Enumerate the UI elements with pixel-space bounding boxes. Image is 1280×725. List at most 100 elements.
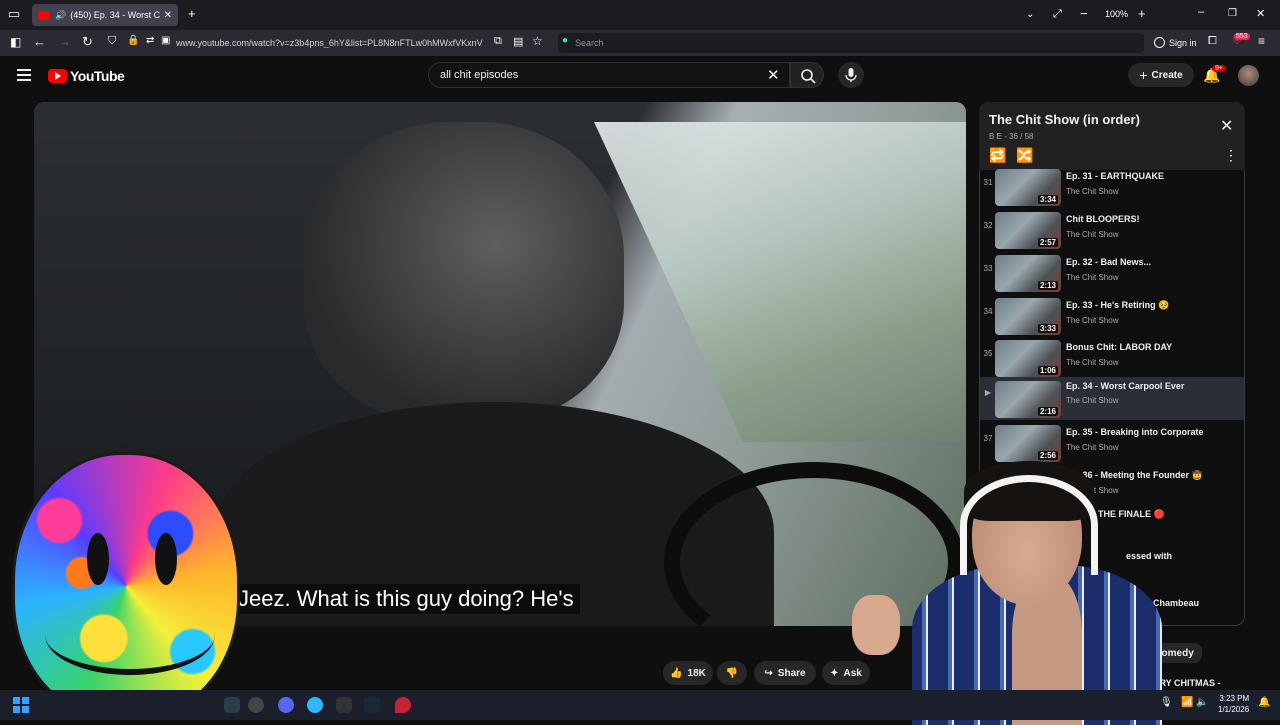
site-info-icon[interactable]: ▣ (161, 35, 170, 46)
taskbar-location-icon[interactable] (395, 697, 411, 713)
sticker-mouth (45, 595, 215, 675)
like-button[interactable]: 👍 18K (663, 661, 713, 685)
sticker-right-eye (155, 533, 177, 585)
browser-search-placeholder: Search (575, 38, 604, 48)
window-restore-icon[interactable]: ❐ (1228, 8, 1237, 19)
playlist-item[interactable]: 33 2:13 Ep. 32 - Bad News... The Chit Sh… (980, 253, 1244, 296)
playlist-item-title[interactable]: Ep. 35 - Breaking into Corporate (1066, 427, 1238, 437)
playlist-item-thumbnail[interactable]: 1:06 (995, 340, 1061, 377)
notification-center-icon[interactable]: 🔔 (1258, 697, 1270, 708)
sidebar-toggle-icon[interactable]: ◧ (10, 35, 21, 49)
playlist-item-current[interactable]: ▶ 2:16 Ep. 34 - Worst Carpool Ever The C… (980, 377, 1244, 420)
taskbar-terminal-icon[interactable] (336, 697, 352, 713)
new-tab-button[interactable]: + (188, 6, 196, 21)
playlist-item-title[interactable]: Ep. 34 - Worst Carpool Ever (1066, 381, 1238, 391)
forward-icon[interactable]: → (58, 34, 71, 49)
volume-icon[interactable]: 🔈 (1196, 697, 1208, 708)
zoom-in-icon[interactable]: + (1138, 6, 1146, 21)
user-avatar[interactable] (1238, 65, 1259, 86)
tracking-shield-icon[interactable]: ⛉ (108, 35, 116, 48)
bookmark-star-icon[interactable]: ☆ (532, 34, 543, 48)
microphone-icon (845, 68, 857, 82)
audio-playing-icon[interactable]: 🔊 (55, 10, 66, 21)
app-menu-icon[interactable]: ≡ (1258, 34, 1265, 48)
reader-view-icon[interactable]: ▤ (513, 35, 523, 48)
create-button[interactable]: + Create (1128, 63, 1194, 87)
fullscreen-icon[interactable]: ⤢ (1053, 8, 1062, 21)
playlist-item-title[interactable]: Chit BLOOPERS! (1066, 214, 1238, 224)
playlist-item-thumbnail[interactable]: 2:16 (995, 381, 1061, 418)
playlist-item-channel: The Chit Show (1066, 273, 1119, 282)
taskbar-steam-icon[interactable] (364, 697, 380, 713)
clear-search-icon[interactable]: ✕ (767, 66, 780, 84)
playlist-item[interactable]: 32 2:57 Chit BLOOPERS! The Chit Show (980, 210, 1244, 253)
lock-icon[interactable]: 🔒 (127, 35, 139, 46)
windows-start-icon[interactable] (13, 697, 29, 713)
windows-taskbar (0, 690, 1280, 720)
video-scene-window (594, 122, 966, 442)
video-scene-driver-head (304, 122, 624, 422)
playlist-item-channel: The Chit Show (1066, 396, 1119, 405)
playlist-item-thumbnail[interactable]: 3:34 (995, 169, 1061, 206)
tab-title: (450) Ep. 34 - Worst Carpool (70, 10, 160, 20)
browser-search-box[interactable] (558, 33, 1144, 53)
wifi-icon[interactable]: 📶 (1181, 697, 1193, 708)
search-engine-icon: ● (562, 35, 569, 46)
share-button[interactable]: ↪ Share (754, 661, 816, 685)
playlist-close-icon[interactable]: ✕ (1220, 116, 1233, 136)
picture-in-picture-icon[interactable]: ⧉ (494, 35, 502, 48)
playlist-item-title[interactable]: Ep. 31 - EARTHQUAKE (1066, 171, 1238, 181)
youtube-logo[interactable]: YouTube (48, 68, 125, 84)
playlist-item[interactable]: 34 3:33 Ep. 33 - He's Retiring 🥹 The Chi… (980, 296, 1244, 339)
playlist-item[interactable]: 35 1:06 Bonus Chit: LABOR DAY The Chit S… (980, 338, 1244, 381)
playlist-item-thumbnail[interactable]: 3:33 (995, 298, 1061, 335)
taskbar-clock[interactable]: 3:23 PM 1/1/2026 (1218, 693, 1249, 715)
zoom-out-icon[interactable]: − (1080, 6, 1088, 21)
youtube-search-value[interactable]: all chit episodes (440, 69, 518, 81)
playlist-item-title[interactable]: Ep. 33 - He's Retiring 🥹 (1066, 300, 1238, 311)
duration-badge: 3:33 (1037, 324, 1058, 333)
url-field[interactable]: www.youtube.com/watch?v=z3b4pns_6hY&list… (176, 38, 486, 48)
account-icon (1154, 37, 1165, 48)
taskbar-app-icon[interactable] (224, 697, 240, 713)
duration-badge: 2:57 (1037, 238, 1058, 247)
taskbar-discord-icon[interactable] (278, 697, 294, 713)
dislike-button[interactable]: 👎 (717, 661, 747, 685)
voice-search-button[interactable] (838, 62, 864, 88)
more-options-icon[interactable]: ⋮ (1224, 147, 1238, 164)
share-icon: ↪ (764, 667, 773, 679)
zoom-level[interactable]: 100% (1105, 9, 1128, 19)
window-close-icon[interactable]: ✕ (1256, 7, 1265, 20)
shuffle-icon[interactable]: 🔀 (1016, 147, 1033, 164)
reload-icon[interactable]: ↻ (82, 34, 93, 50)
browser-tab[interactable]: 🔊 (450) Ep. 34 - Worst Carpool ✕ (32, 4, 178, 26)
duration-badge: 1:06 (1037, 366, 1058, 375)
playlist-item-thumbnail[interactable]: 2:13 (995, 255, 1061, 292)
guide-menu-icon[interactable] (17, 69, 31, 81)
back-icon[interactable]: ← (33, 34, 46, 49)
clock-date: 1/1/2026 (1218, 705, 1250, 714)
playlist-title[interactable]: The Chit Show (in order) (989, 112, 1140, 127)
tab-list-icon[interactable]: ▭ (8, 6, 20, 22)
taskbar-obs-icon[interactable] (248, 697, 264, 713)
list-all-tabs-icon[interactable]: ⌄ (1026, 9, 1034, 20)
youtube-search-button[interactable] (790, 62, 824, 88)
sign-in-button[interactable]: Sign in (1154, 37, 1197, 48)
tab-close-icon[interactable]: ✕ (164, 10, 172, 21)
clock-time: 3:23 PM (1219, 694, 1250, 703)
youtube-logo-text: YouTube (70, 68, 125, 84)
playlist-item-title[interactable]: Bonus Chit: LABOR DAY (1066, 342, 1238, 352)
playlist-item[interactable]: 31 3:34 Ep. 31 - EARTHQUAKE The Chit Sho… (980, 167, 1244, 210)
search-icon (801, 69, 816, 84)
notifications-badge: 9+ (1212, 65, 1226, 72)
loop-icon[interactable]: 🔁 (989, 147, 1006, 164)
thumbs-down-icon: 👎 (725, 667, 739, 679)
playlist-item-title[interactable]: Ep. 32 - Bad News... (1066, 257, 1238, 267)
window-minimize-icon[interactable]: – (1198, 6, 1204, 18)
taskbar-browser-icon[interactable] (307, 697, 323, 713)
permissions-icon[interactable]: ⇄ (146, 35, 154, 46)
tray-mic-icon[interactable]: 🎙 (1160, 697, 1173, 708)
extensions-icon[interactable]: ⧠ (1208, 35, 1217, 48)
playlist-item-thumbnail[interactable]: 2:57 (995, 212, 1061, 249)
webcam-overlay (852, 455, 1166, 725)
